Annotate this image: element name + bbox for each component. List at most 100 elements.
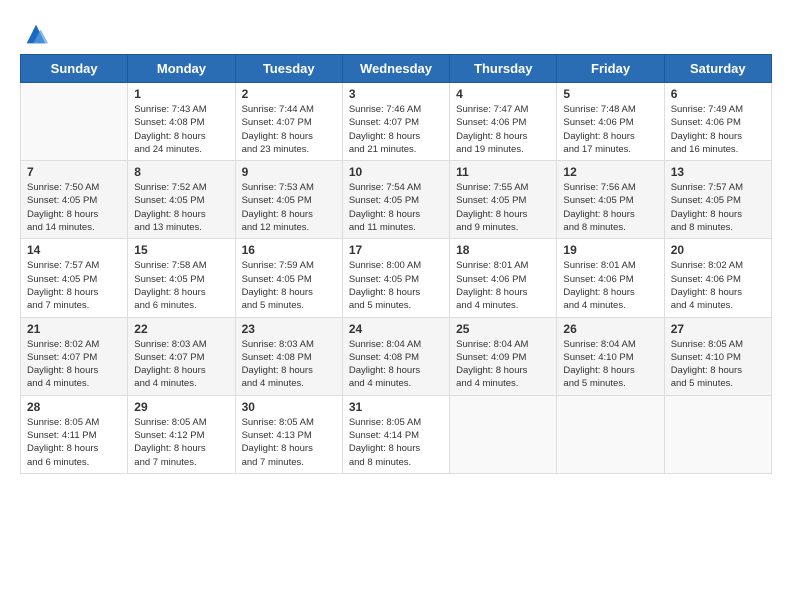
day-info: Sunrise: 7:47 AM Sunset: 4:06 PM Dayligh… (456, 103, 550, 156)
calendar-cell: 31 Sunrise: 8:05 AM Sunset: 4:14 PM Dayli… (342, 395, 449, 473)
weekday-header-monday: Monday (128, 55, 235, 83)
calendar-cell: 19Sunrise: 8:01 AM Sunset: 4:06 PM Dayli… (557, 239, 664, 317)
calendar-cell: 3 Sunrise: 7:46 AM Sunset: 4:07 PM Daylig… (342, 83, 449, 161)
day-number: 9 (242, 165, 336, 179)
calendar-cell (557, 395, 664, 473)
day-number: 25 (456, 322, 550, 336)
calendar-cell: 2 Sunrise: 7:44 AM Sunset: 4:07 PM Daylig… (235, 83, 342, 161)
day-info: Sunrise: 7:50 AM Sunset: 4:05 PM Dayligh… (27, 181, 121, 234)
calendar-cell: 10 Sunrise: 7:54 AM Sunset: 4:05 PM Dayli… (342, 161, 449, 239)
day-number: 15 (134, 243, 228, 257)
weekday-header-saturday: Saturday (664, 55, 771, 83)
calendar-cell: 23Sunrise: 8:03 AM Sunset: 4:08 PM Dayli… (235, 317, 342, 395)
weekday-header-row: SundayMondayTuesdayWednesdayThursdayFrid… (21, 55, 772, 83)
calendar-cell: 15 Sunrise: 7:58 AM Sunset: 4:05 PM Dayli… (128, 239, 235, 317)
day-number: 29 (134, 400, 228, 414)
day-info: Sunrise: 8:05 AM Sunset: 4:11 PM Dayligh… (27, 416, 121, 469)
day-info: Sunrise: 7:44 AM Sunset: 4:07 PM Dayligh… (242, 103, 336, 156)
day-number: 26 (563, 322, 657, 336)
calendar-cell (664, 395, 771, 473)
calendar-cell: 6Sunrise: 7:49 AM Sunset: 4:06 PM Daylig… (664, 83, 771, 161)
page-header (20, 20, 772, 48)
day-info: Sunrise: 8:02 AM Sunset: 4:07 PM Dayligh… (27, 338, 121, 391)
day-number: 10 (349, 165, 443, 179)
day-number: 18 (456, 243, 550, 257)
calendar-cell: 30 Sunrise: 8:05 AM Sunset: 4:13 PM Dayli… (235, 395, 342, 473)
day-info: Sunrise: 7:46 AM Sunset: 4:07 PM Dayligh… (349, 103, 443, 156)
calendar-week-row: 14Sunrise: 7:57 AM Sunset: 4:05 PM Dayli… (21, 239, 772, 317)
day-info: Sunrise: 7:57 AM Sunset: 4:05 PM Dayligh… (671, 181, 765, 234)
day-number: 5 (563, 87, 657, 101)
calendar-cell: 22 Sunrise: 8:03 AM Sunset: 4:07 PM Dayli… (128, 317, 235, 395)
day-info: Sunrise: 8:05 AM Sunset: 4:10 PM Dayligh… (671, 338, 765, 391)
calendar-cell: 5Sunrise: 7:48 AM Sunset: 4:06 PM Daylig… (557, 83, 664, 161)
calendar-cell: 7Sunrise: 7:50 AM Sunset: 4:05 PM Daylig… (21, 161, 128, 239)
day-number: 24 (349, 322, 443, 336)
calendar-cell: 17 Sunrise: 8:00 AM Sunset: 4:05 PM Dayli… (342, 239, 449, 317)
calendar-cell (21, 83, 128, 161)
calendar-table: SundayMondayTuesdayWednesdayThursdayFrid… (20, 54, 772, 474)
day-info: Sunrise: 8:05 AM Sunset: 4:12 PM Dayligh… (134, 416, 228, 469)
day-number: 31 (349, 400, 443, 414)
calendar-cell: 25 Sunrise: 8:04 AM Sunset: 4:09 PM Dayli… (450, 317, 557, 395)
day-number: 17 (349, 243, 443, 257)
day-info: Sunrise: 7:52 AM Sunset: 4:05 PM Dayligh… (134, 181, 228, 234)
day-number: 12 (563, 165, 657, 179)
day-number: 14 (27, 243, 121, 257)
weekday-header-tuesday: Tuesday (235, 55, 342, 83)
calendar-cell: 11 Sunrise: 7:55 AM Sunset: 4:05 PM Dayli… (450, 161, 557, 239)
calendar-cell: 26Sunrise: 8:04 AM Sunset: 4:10 PM Dayli… (557, 317, 664, 395)
day-info: Sunrise: 8:04 AM Sunset: 4:09 PM Dayligh… (456, 338, 550, 391)
weekday-header-wednesday: Wednesday (342, 55, 449, 83)
day-info: Sunrise: 8:05 AM Sunset: 4:13 PM Dayligh… (242, 416, 336, 469)
calendar-cell (450, 395, 557, 473)
calendar-cell: 24 Sunrise: 8:04 AM Sunset: 4:08 PM Dayli… (342, 317, 449, 395)
logo-icon (22, 20, 50, 48)
calendar-cell: 28Sunrise: 8:05 AM Sunset: 4:11 PM Dayli… (21, 395, 128, 473)
day-number: 2 (242, 87, 336, 101)
calendar-cell: 1Sunrise: 7:43 AM Sunset: 4:08 PM Daylig… (128, 83, 235, 161)
day-info: Sunrise: 8:00 AM Sunset: 4:05 PM Dayligh… (349, 259, 443, 312)
day-info: Sunrise: 8:01 AM Sunset: 4:06 PM Dayligh… (456, 259, 550, 312)
day-info: Sunrise: 8:03 AM Sunset: 4:07 PM Dayligh… (134, 338, 228, 391)
weekday-header-friday: Friday (557, 55, 664, 83)
calendar-cell: 21 Sunrise: 8:02 AM Sunset: 4:07 PM Dayli… (21, 317, 128, 395)
calendar-cell: 4 Sunrise: 7:47 AM Sunset: 4:06 PM Daylig… (450, 83, 557, 161)
calendar-week-row: 1Sunrise: 7:43 AM Sunset: 4:08 PM Daylig… (21, 83, 772, 161)
day-number: 20 (671, 243, 765, 257)
day-info: Sunrise: 7:49 AM Sunset: 4:06 PM Dayligh… (671, 103, 765, 156)
weekday-header-sunday: Sunday (21, 55, 128, 83)
calendar-cell: 27 Sunrise: 8:05 AM Sunset: 4:10 PM Dayli… (664, 317, 771, 395)
day-number: 22 (134, 322, 228, 336)
day-info: Sunrise: 7:54 AM Sunset: 4:05 PM Dayligh… (349, 181, 443, 234)
day-number: 3 (349, 87, 443, 101)
day-info: Sunrise: 7:55 AM Sunset: 4:05 PM Dayligh… (456, 181, 550, 234)
day-info: Sunrise: 7:43 AM Sunset: 4:08 PM Dayligh… (134, 103, 228, 156)
day-number: 21 (27, 322, 121, 336)
calendar-cell: 16 Sunrise: 7:59 AM Sunset: 4:05 PM Dayli… (235, 239, 342, 317)
calendar-cell: 9Sunrise: 7:53 AM Sunset: 4:05 PM Daylig… (235, 161, 342, 239)
calendar-week-row: 7Sunrise: 7:50 AM Sunset: 4:05 PM Daylig… (21, 161, 772, 239)
day-number: 11 (456, 165, 550, 179)
day-number: 30 (242, 400, 336, 414)
logo (20, 20, 50, 48)
day-number: 16 (242, 243, 336, 257)
day-info: Sunrise: 7:56 AM Sunset: 4:05 PM Dayligh… (563, 181, 657, 234)
day-info: Sunrise: 7:58 AM Sunset: 4:05 PM Dayligh… (134, 259, 228, 312)
day-number: 8 (134, 165, 228, 179)
calendar-cell: 13 Sunrise: 7:57 AM Sunset: 4:05 PM Dayli… (664, 161, 771, 239)
day-info: Sunrise: 7:59 AM Sunset: 4:05 PM Dayligh… (242, 259, 336, 312)
weekday-header-thursday: Thursday (450, 55, 557, 83)
day-info: Sunrise: 8:05 AM Sunset: 4:14 PM Dayligh… (349, 416, 443, 469)
day-number: 4 (456, 87, 550, 101)
day-number: 19 (563, 243, 657, 257)
calendar-cell: 20 Sunrise: 8:02 AM Sunset: 4:06 PM Dayli… (664, 239, 771, 317)
day-number: 23 (242, 322, 336, 336)
day-number: 27 (671, 322, 765, 336)
calendar-week-row: 28Sunrise: 8:05 AM Sunset: 4:11 PM Dayli… (21, 395, 772, 473)
day-number: 13 (671, 165, 765, 179)
day-info: Sunrise: 8:02 AM Sunset: 4:06 PM Dayligh… (671, 259, 765, 312)
calendar-week-row: 21 Sunrise: 8:02 AM Sunset: 4:07 PM Dayli… (21, 317, 772, 395)
calendar-cell: 18 Sunrise: 8:01 AM Sunset: 4:06 PM Dayli… (450, 239, 557, 317)
day-info: Sunrise: 8:04 AM Sunset: 4:08 PM Dayligh… (349, 338, 443, 391)
